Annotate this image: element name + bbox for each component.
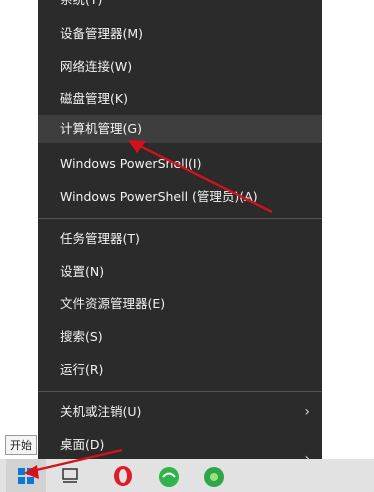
- menu-separator: [38, 391, 322, 392]
- menu-item-disk-management[interactable]: 磁盘管理(K): [38, 85, 322, 113]
- menu-item-shutdown-label: 关机或注销(U): [60, 404, 142, 419]
- opera-browser-icon[interactable]: [112, 465, 134, 487]
- menu-item-file-explorer[interactable]: 文件资源管理器(E): [38, 290, 322, 318]
- menu-item-device-manager[interactable]: 设备管理器(M): [38, 20, 322, 48]
- menu-item-powershell[interactable]: Windows PowerShell(I): [38, 150, 322, 178]
- menu-item-shutdown[interactable]: 关机或注销(U) ›: [38, 398, 322, 426]
- menu-item-task-manager[interactable]: 任务管理器(T): [38, 225, 322, 253]
- winx-context-menu: 系统(Y) 设备管理器(M) 网络连接(W) 磁盘管理(K) 计算机管理(G) …: [38, 0, 322, 467]
- menu-item-desktop[interactable]: 桌面(D) ›: [38, 431, 322, 467]
- menu-item-network-connections[interactable]: 网络连接(W): [38, 53, 322, 81]
- taskbar: [0, 459, 374, 492]
- green-app-icon[interactable]: [157, 465, 181, 489]
- task-view-icon[interactable]: [60, 465, 82, 487]
- background-area: [322, 0, 374, 492]
- start-tooltip: 开始: [5, 435, 37, 455]
- menu-item-powershell-admin[interactable]: Windows PowerShell (管理员)(A): [38, 183, 322, 211]
- green-media-icon[interactable]: [202, 465, 226, 489]
- start-button[interactable]: [6, 459, 46, 492]
- menu-item-computer-management[interactable]: 计算机管理(G): [38, 115, 322, 143]
- menu-item-run[interactable]: 运行(R): [38, 356, 322, 384]
- menu-item-settings[interactable]: 设置(N): [38, 258, 322, 286]
- chevron-right-icon: ›: [304, 404, 310, 420]
- menu-separator: [38, 218, 322, 219]
- menu-item-system[interactable]: 系统(Y): [38, 0, 322, 14]
- menu-item-search[interactable]: 搜索(S): [38, 323, 322, 351]
- menu-item-desktop-label: 桌面(D): [60, 437, 105, 452]
